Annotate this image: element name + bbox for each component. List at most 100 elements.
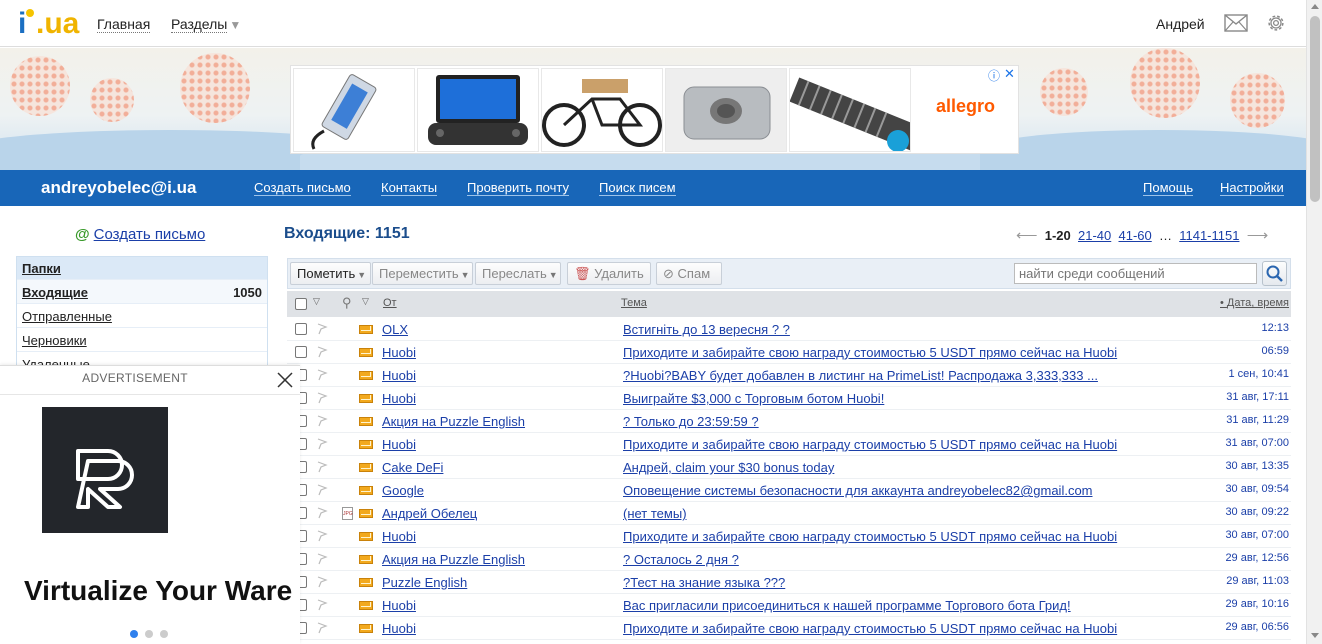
flag-icon[interactable] xyxy=(316,438,328,450)
message-subject[interactable]: Приходите и забирайте свою награду стоим… xyxy=(623,621,1117,636)
forward-button[interactable]: Переслать ▼ xyxy=(475,262,561,285)
mail-icon[interactable] xyxy=(1224,14,1248,32)
ad-info-icon[interactable]: ⓘ xyxy=(988,67,1000,84)
delete-button[interactable]: 🗑 Удалить xyxy=(567,262,651,285)
flag-icon[interactable] xyxy=(316,599,328,611)
flag-icon[interactable] xyxy=(316,553,328,565)
page-link[interactable]: 21-40 xyxy=(1078,228,1111,243)
message-row[interactable]: JPG Андрей Обелец (нет темы) 30 авг, 09:22 xyxy=(287,502,1291,525)
flag-icon[interactable] xyxy=(316,415,328,427)
message-sender[interactable]: Huobi xyxy=(382,391,416,406)
message-row[interactable]: Huobi Приходите и забирайте свою награду … xyxy=(287,433,1291,456)
message-subject[interactable]: Выиграйте $3,000 с Торговым ботом Huobi! xyxy=(623,391,884,406)
nav-check-mail-link[interactable]: Проверить почту xyxy=(467,180,569,196)
message-sender[interactable]: Google xyxy=(382,483,424,498)
move-button[interactable]: Переместить ▼ xyxy=(372,262,473,285)
message-checkbox[interactable] xyxy=(295,346,307,358)
message-subject[interactable]: ?Huobi?BABY будет добавлен в листинг на … xyxy=(623,368,1098,383)
nav-help-link[interactable]: Помощь xyxy=(1143,180,1194,196)
mark-button[interactable]: Пометить ▼ xyxy=(290,262,371,285)
flag-icon[interactable] xyxy=(316,346,328,358)
column-subject[interactable]: Тема xyxy=(621,297,647,309)
message-sender[interactable]: Huobi xyxy=(382,345,416,360)
folder-drafts[interactable]: Черновики xyxy=(17,327,267,351)
select-dropdown-icon[interactable]: ▽ xyxy=(313,296,320,307)
nav-compose-link[interactable]: Создать письмо xyxy=(254,180,351,196)
flag-icon[interactable] xyxy=(316,392,328,404)
message-subject[interactable]: Андрей, claim your $30 bonus today xyxy=(623,460,834,475)
banner-ad[interactable]: allegro ⓘ ✕ xyxy=(290,65,1019,154)
nav-sections-dropdown[interactable]: Разделы ▼ xyxy=(171,16,241,33)
message-sender[interactable]: OLX xyxy=(382,322,408,337)
message-sender[interactable]: Акция на Puzzle English xyxy=(382,414,525,429)
flag-icon[interactable] xyxy=(316,576,328,588)
scroll-up-arrow-icon[interactable] xyxy=(1311,4,1319,9)
ad-product-handheld-mini-pc[interactable] xyxy=(417,68,539,152)
message-sender[interactable]: Акция на Puzzle English xyxy=(382,552,525,567)
nav-settings-link[interactable]: Настройки xyxy=(1220,180,1284,196)
message-sender[interactable]: Cake DeFi xyxy=(382,460,443,475)
scroll-down-arrow-icon[interactable] xyxy=(1311,633,1319,638)
ad-product-bicycle-wall-rack[interactable] xyxy=(541,68,663,152)
nav-home-link[interactable]: Главная xyxy=(97,16,151,33)
message-row[interactable]: Акция на Puzzle English ? Осталось 2 дня … xyxy=(287,548,1291,571)
filter-dropdown-icon[interactable]: ▽ xyxy=(362,296,369,307)
ad-product-threaded-rod[interactable] xyxy=(789,68,911,152)
message-sender[interactable]: Huobi xyxy=(382,437,416,452)
message-sender[interactable]: Huobi xyxy=(382,621,416,636)
flag-icon[interactable] xyxy=(316,530,328,542)
message-row[interactable]: Huobi Приходите и забирайте свою награду … xyxy=(287,525,1291,548)
compose-label[interactable]: Создать письмо xyxy=(94,226,206,243)
scrollbar-thumb[interactable] xyxy=(1310,16,1320,202)
message-row[interactable]: Google Оповещение системы безопасности дл… xyxy=(287,479,1291,502)
filter-icon[interactable]: ⚲ xyxy=(342,295,352,311)
message-sender[interactable]: Huobi xyxy=(382,368,416,383)
page-link[interactable]: 41-60 xyxy=(1119,228,1152,243)
message-row[interactable]: Huobi Выиграйте $3,000 с Торговым ботом H… xyxy=(287,387,1291,410)
message-subject[interactable]: (нет темы) xyxy=(623,506,687,521)
flag-icon[interactable] xyxy=(316,461,328,473)
flag-icon[interactable] xyxy=(316,484,328,496)
user-name-link[interactable]: Андрей xyxy=(1156,16,1205,32)
advertisement-headline[interactable]: Virtualize Your Ware xyxy=(24,575,300,607)
message-row[interactable]: Huobi ?Huobi?BABY будет добавлен в листин… xyxy=(287,364,1291,387)
folder-sent[interactable]: Отправленные xyxy=(17,303,267,327)
flag-icon[interactable] xyxy=(316,369,328,381)
spam-button[interactable]: ⊘ Спам xyxy=(656,262,722,285)
prev-page-arrow-icon[interactable]: ⟵ xyxy=(1016,227,1038,244)
message-subject[interactable]: Оповещение системы безопасности для акка… xyxy=(623,483,1093,498)
ad-product-usb-ssd-enclosure[interactable] xyxy=(293,68,415,152)
message-row[interactable]: Cake DeFi Андрей, claim your $30 bonus to… xyxy=(287,456,1291,479)
message-subject[interactable]: ?Тест на знание языка ??? xyxy=(623,575,785,590)
carousel-dots[interactable] xyxy=(130,626,175,641)
message-row[interactable]: Huobi Вас пригласили присоединиться к наш… xyxy=(287,594,1291,617)
ad-close-icon[interactable]: ✕ xyxy=(1004,66,1015,82)
select-all-checkbox[interactable] xyxy=(295,298,307,310)
site-logo[interactable]: i .ua xyxy=(18,7,79,41)
close-icon[interactable] xyxy=(276,371,294,389)
folders-title[interactable]: Папки xyxy=(17,257,267,279)
folder-inbox[interactable]: Входящие 1050 xyxy=(17,279,267,303)
compose-button[interactable]: @ Создать письмо xyxy=(75,226,205,243)
message-row[interactable]: Huobi Приходите и забирайте свою награду … xyxy=(287,617,1291,640)
flag-icon[interactable] xyxy=(316,507,328,519)
column-date[interactable]: • Дата, время xyxy=(1220,297,1289,309)
page-scrollbar[interactable] xyxy=(1306,0,1322,644)
ad-brand-logo[interactable]: allegro xyxy=(936,96,995,117)
message-subject[interactable]: Встигніть до 13 вересня ? ? xyxy=(623,322,790,337)
message-subject[interactable]: Приходите и забирайте свою награду стоим… xyxy=(623,529,1117,544)
nav-search-mail-link[interactable]: Поиск писем xyxy=(599,180,676,196)
message-subject[interactable]: ? Только до 23:59:59 ? xyxy=(623,414,759,429)
last-page-link[interactable]: 1141-1151 xyxy=(1179,228,1239,243)
message-subject[interactable]: Вас пригласили присоединиться к нашей пр… xyxy=(623,598,1071,613)
gear-icon[interactable] xyxy=(1265,12,1287,34)
message-sender[interactable]: Huobi xyxy=(382,598,416,613)
column-from[interactable]: От xyxy=(383,297,397,309)
message-subject[interactable]: ? Осталось 2 дня ? xyxy=(623,552,739,567)
flag-icon[interactable] xyxy=(316,622,328,634)
next-page-arrow-icon[interactable]: ⟶ xyxy=(1247,227,1269,244)
message-row[interactable]: Huobi Приходите и забирайте свою награду … xyxy=(287,341,1291,364)
message-subject[interactable]: Приходите и забирайте свою награду стоим… xyxy=(623,345,1117,360)
nav-contacts-link[interactable]: Контакты xyxy=(381,180,438,196)
message-subject[interactable]: Приходите и забирайте свою награду стоим… xyxy=(623,437,1117,452)
